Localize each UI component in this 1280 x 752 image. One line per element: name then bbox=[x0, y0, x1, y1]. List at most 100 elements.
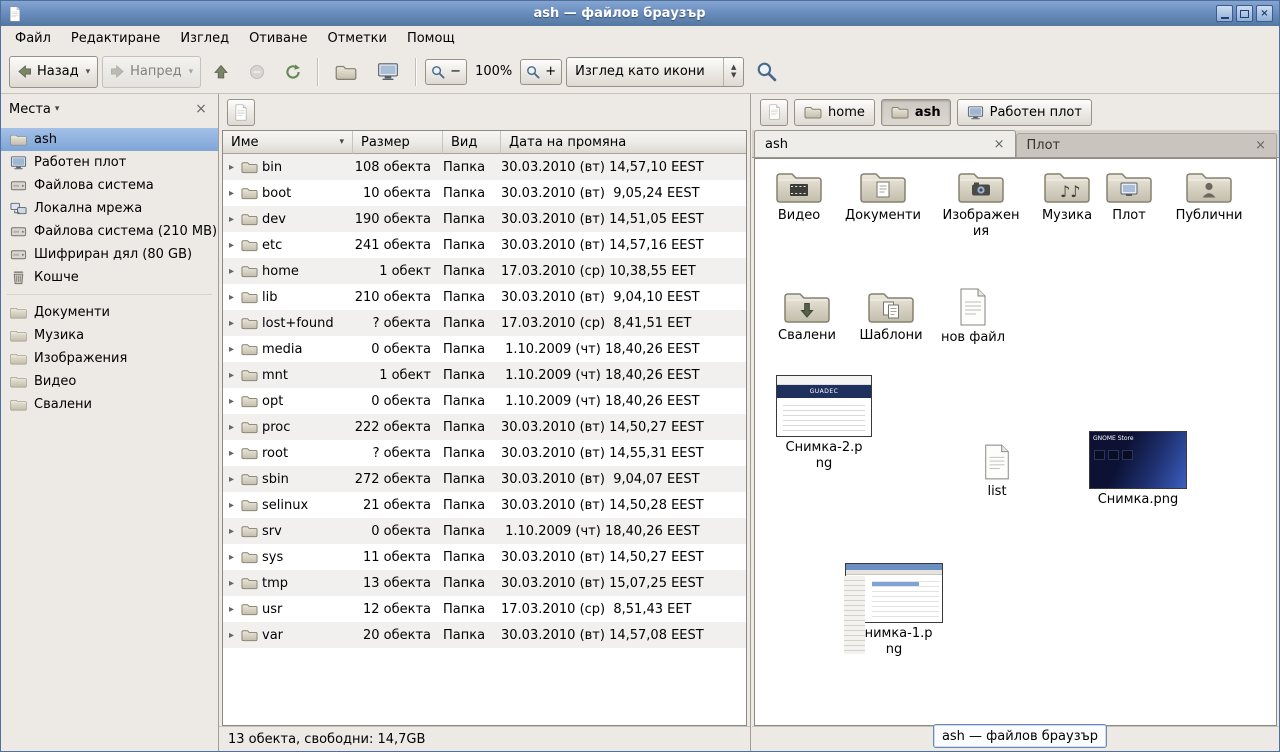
icon-item-desktop[interactable]: Плот bbox=[1095, 167, 1163, 224]
icon-item-snimka[interactable]: GNOME Store Снимка.png bbox=[1085, 431, 1191, 508]
expander-icon[interactable]: ▸ bbox=[226, 214, 237, 225]
expander-icon[interactable]: ▸ bbox=[226, 448, 237, 459]
menubar-item[interactable]: Отиване bbox=[239, 26, 317, 50]
tree-row[interactable]: ▸ media 0 обекта Папка 1.10.2009 (чт) 18… bbox=[223, 336, 746, 362]
up-button[interactable] bbox=[205, 56, 237, 88]
zoom-in-button[interactable]: + bbox=[520, 59, 562, 85]
expander-icon[interactable]: ▸ bbox=[226, 604, 237, 615]
expander-icon[interactable]: ▸ bbox=[226, 630, 237, 641]
close-button[interactable]: × bbox=[1256, 5, 1273, 22]
path-button-desktop[interactable]: Работен плот bbox=[957, 99, 1092, 126]
sidebar-dropdown-icon[interactable]: ▾ bbox=[55, 104, 60, 114]
sidebar-item[interactable]: Файлова система bbox=[1, 174, 218, 197]
expander-icon[interactable]: ▸ bbox=[226, 552, 237, 563]
expander-icon[interactable]: ▸ bbox=[226, 292, 237, 303]
icon-item-video[interactable]: Видео bbox=[757, 167, 841, 224]
menubar-item[interactable]: Помощ bbox=[397, 26, 465, 50]
tree-row[interactable]: ▸ sbin 272 обекта Папка 30.03.2010 (вт) … bbox=[223, 466, 746, 492]
search-button[interactable] bbox=[748, 56, 785, 88]
tree-row[interactable]: ▸ sys 11 обекта Папка 30.03.2010 (вт) 14… bbox=[223, 544, 746, 570]
back-dropdown-icon[interactable]: ▾ bbox=[86, 67, 91, 77]
sidebar-item[interactable]: Видео bbox=[1, 370, 218, 393]
forward-dropdown-icon[interactable]: ▾ bbox=[189, 67, 194, 77]
tree-row[interactable]: ▸ home 1 обект Папка 17.03.2010 (ср) 10,… bbox=[223, 258, 746, 284]
menubar-item[interactable]: Редактиране bbox=[61, 26, 170, 50]
icon-item-downloads[interactable]: Свалени bbox=[765, 287, 849, 344]
tree-row[interactable]: ▸ etc 241 обекта Папка 30.03.2010 (вт) 1… bbox=[223, 232, 746, 258]
expander-icon[interactable]: ▸ bbox=[226, 422, 237, 433]
path-button-ash[interactable]: ash bbox=[881, 99, 951, 126]
zoom-out-button[interactable]: − bbox=[425, 59, 467, 85]
sidebar-item[interactable]: Изображения bbox=[1, 347, 218, 370]
expander-icon[interactable]: ▸ bbox=[226, 500, 237, 511]
computer-button[interactable] bbox=[369, 56, 407, 88]
tree-row[interactable]: ▸ lib 210 обекта Папка 30.03.2010 (вт) 9… bbox=[223, 284, 746, 310]
titlebar[interactable]: ash — файлов браузър × bbox=[1, 1, 1279, 26]
menubar-item[interactable]: Изглед bbox=[170, 26, 239, 50]
tree-row[interactable]: ▸ bin 108 обекта Папка 30.03.2010 (вт) 1… bbox=[223, 154, 746, 180]
expander-icon[interactable]: ▸ bbox=[226, 318, 237, 329]
path-button-home[interactable]: home bbox=[794, 99, 875, 126]
tree-row[interactable]: ▸ tmp 13 обекта Папка 30.03.2010 (вт) 15… bbox=[223, 570, 746, 596]
icon-item-new-file[interactable]: нов файл bbox=[931, 287, 1015, 346]
expander-icon[interactable]: ▸ bbox=[226, 162, 237, 173]
sidebar-title[interactable]: Места bbox=[9, 102, 51, 117]
sidebar-item[interactable]: Свалени bbox=[1, 393, 218, 416]
tree-row[interactable]: ▸ dev 190 обекта Папка 30.03.2010 (вт) 1… bbox=[223, 206, 746, 232]
home-button[interactable] bbox=[327, 56, 365, 88]
sidebar-item[interactable]: Документи bbox=[1, 301, 218, 324]
icon-view[interactable]: Видео Документи Изображения bbox=[754, 158, 1277, 726]
tree-row[interactable]: ▸ selinux 21 обекта Папка 30.03.2010 (вт… bbox=[223, 492, 746, 518]
expander-icon[interactable]: ▸ bbox=[226, 266, 237, 277]
expander-icon[interactable]: ▸ bbox=[226, 396, 237, 407]
icon-item-public[interactable]: Публични bbox=[1167, 167, 1251, 224]
icon-item-list[interactable]: list bbox=[955, 443, 1039, 500]
tab-close-icon[interactable]: × bbox=[994, 137, 1005, 152]
menubar-item[interactable]: Отметки bbox=[317, 26, 396, 50]
maximize-button[interactable] bbox=[1236, 5, 1253, 22]
forward-button[interactable]: Напред ▾ bbox=[102, 56, 201, 88]
column-header-size[interactable]: Размер bbox=[353, 131, 443, 154]
expander-icon[interactable]: ▸ bbox=[226, 370, 237, 381]
tree-row[interactable]: ▸ proc 222 обекта Папка 30.03.2010 (вт) … bbox=[223, 414, 746, 440]
expander-icon[interactable]: ▸ bbox=[226, 526, 237, 537]
tree-row[interactable]: ▸ opt 0 обекта Папка 1.10.2009 (чт) 18,4… bbox=[223, 388, 746, 414]
sidebar-item[interactable]: Кошче bbox=[1, 266, 218, 289]
sidebar-item[interactable]: Шифриран дял (80 GB) bbox=[1, 243, 218, 266]
column-header-name[interactable]: Име ▾ bbox=[223, 131, 353, 154]
sidebar-item[interactable]: Музика bbox=[1, 324, 218, 347]
sidebar-item[interactable]: Файлова система (210 MB) bbox=[1, 220, 218, 243]
icon-item-snimka1[interactable]: Снимка-1.png bbox=[841, 563, 947, 657]
sidebar-item[interactable]: Локална мрежа bbox=[1, 197, 218, 220]
location-toggle-button[interactable] bbox=[227, 99, 255, 126]
tree-row[interactable]: ▸ mnt 1 обект Папка 1.10.2009 (чт) 18,40… bbox=[223, 362, 746, 388]
tree-row[interactable]: ▸ root ? обекта Папка 30.03.2010 (вт) 14… bbox=[223, 440, 746, 466]
menubar-item[interactable]: Файл bbox=[5, 26, 61, 50]
view-mode-select[interactable]: Изглед като икони ▲▼ bbox=[566, 57, 744, 87]
sidebar-item[interactable]: ash bbox=[1, 128, 218, 151]
tab-close-icon[interactable]: × bbox=[1255, 138, 1266, 153]
icon-item-snimka2[interactable]: GUADEC Снимка-2.png bbox=[771, 375, 877, 471]
back-button[interactable]: Назад ▾ bbox=[9, 56, 98, 88]
taskbar-window-button[interactable]: ash — файлов браузър bbox=[933, 724, 1107, 748]
tree-row[interactable]: ▸ boot 10 обекта Папка 30.03.2010 (вт) 9… bbox=[223, 180, 746, 206]
icon-item-documents[interactable]: Документи bbox=[841, 167, 925, 224]
tree-row[interactable]: ▸ var 20 обекта Папка 30.03.2010 (вт) 14… bbox=[223, 622, 746, 648]
tree-row[interactable]: ▸ lost+found ? обекта Папка 17.03.2010 (… bbox=[223, 310, 746, 336]
tab-ash[interactable]: ash × bbox=[754, 130, 1016, 157]
expander-icon[interactable]: ▸ bbox=[226, 240, 237, 251]
column-header-date[interactable]: Дата на промяна bbox=[501, 131, 746, 154]
expander-icon[interactable]: ▸ bbox=[226, 344, 237, 355]
expander-icon[interactable]: ▸ bbox=[226, 188, 237, 199]
sidebar-close-icon[interactable]: × bbox=[192, 101, 210, 117]
column-header-type[interactable]: Вид bbox=[443, 131, 501, 154]
pathbar-root-button[interactable] bbox=[760, 99, 788, 126]
sidebar-item[interactable]: Работен плот bbox=[1, 151, 218, 174]
reload-button[interactable] bbox=[277, 56, 309, 88]
expander-icon[interactable]: ▸ bbox=[226, 578, 237, 589]
minimize-button[interactable] bbox=[1216, 5, 1233, 22]
icon-item-templates[interactable]: Шаблони bbox=[849, 287, 933, 344]
stop-button[interactable] bbox=[241, 56, 273, 88]
tree-row[interactable]: ▸ usr 12 обекта Папка 17.03.2010 (ср) 8,… bbox=[223, 596, 746, 622]
icon-item-images[interactable]: Изображения bbox=[939, 167, 1023, 239]
